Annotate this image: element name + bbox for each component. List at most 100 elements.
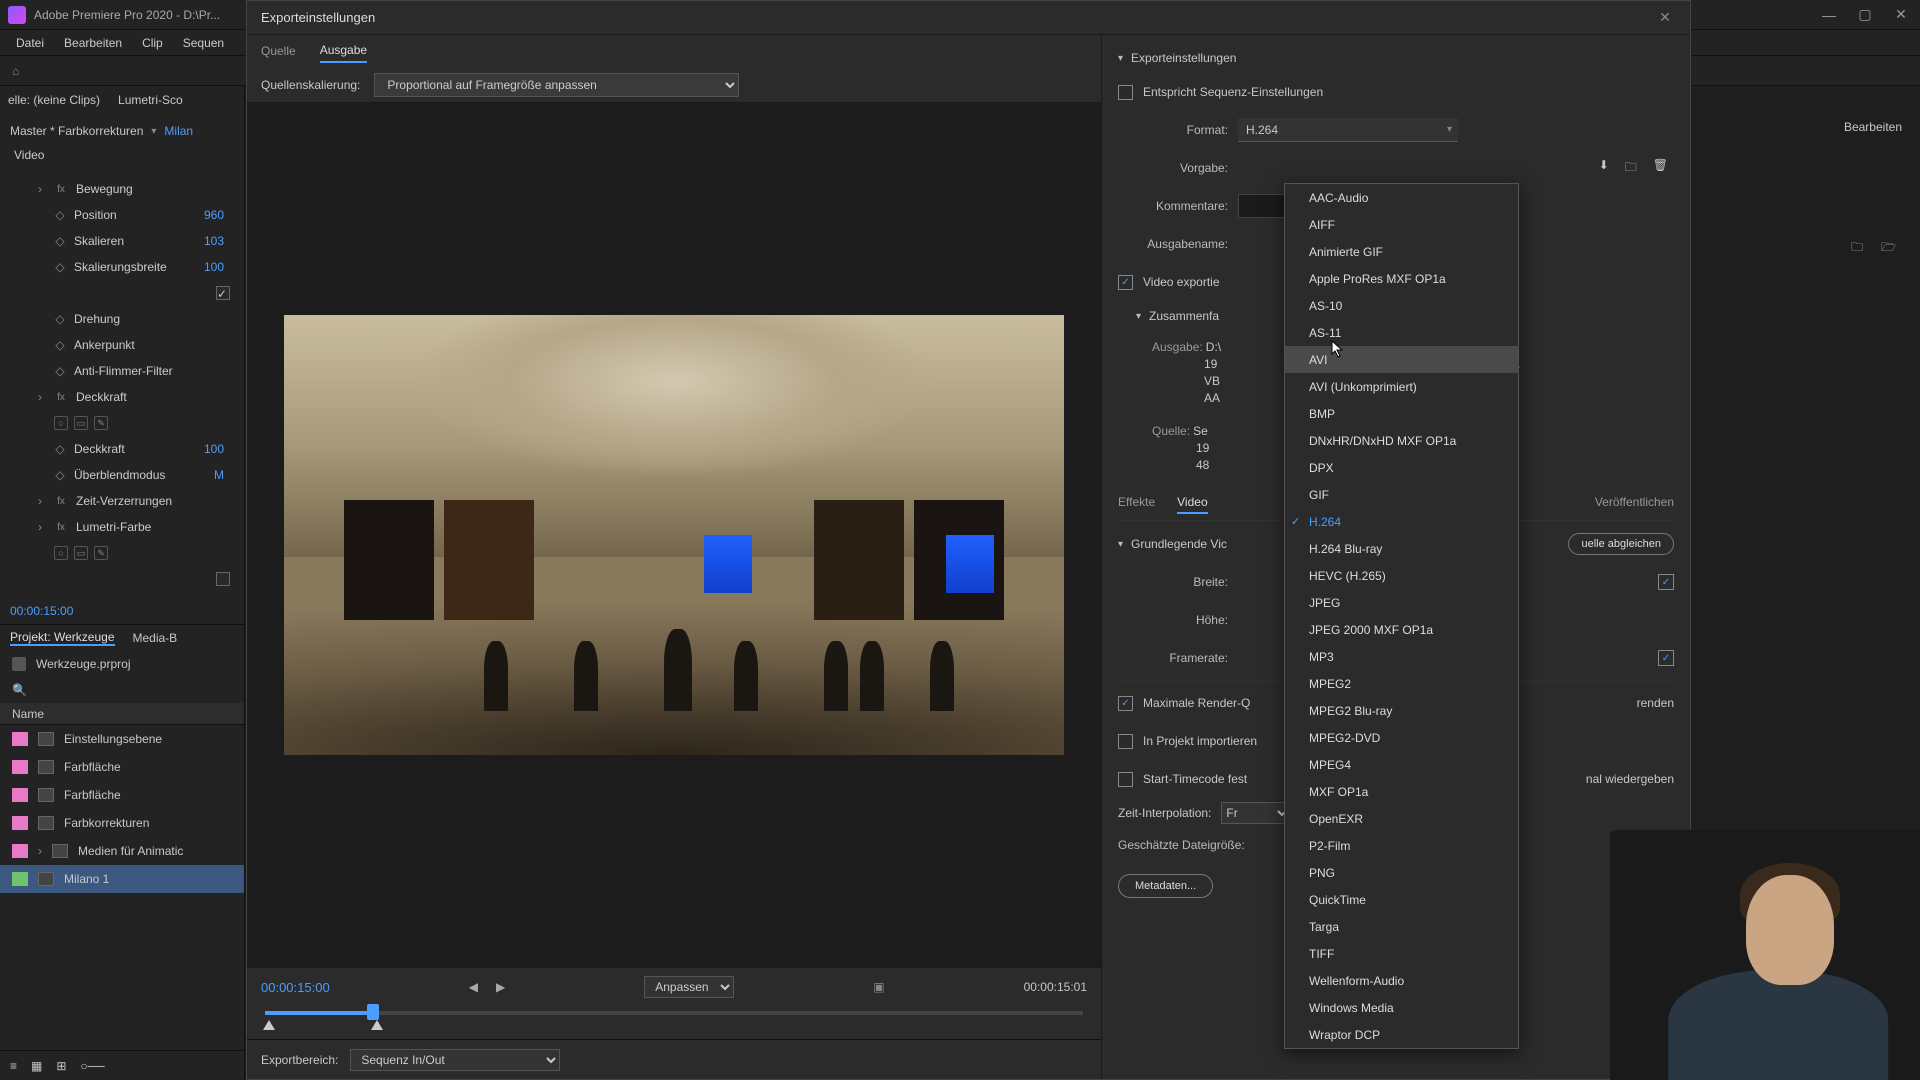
icon-view-icon[interactable]: ▦ [31,1059,42,1073]
keyframe-icon[interactable]: ◇ [54,468,66,482]
video-export-checkbox[interactable] [1118,275,1133,290]
step-back-icon[interactable]: ◀ [469,980,478,994]
fx-icon[interactable]: fx [54,392,68,403]
keyframe-icon[interactable]: ◇ [54,338,66,352]
link-framerate-checkbox[interactable] [1658,650,1674,666]
clip-link[interactable]: Milan [164,124,193,138]
project-item[interactable]: ›Medien für Animatic [0,837,244,865]
format-option[interactable]: Apple ProRes MXF OP1a [1285,265,1518,292]
format-option[interactable]: AIFF [1285,211,1518,238]
effect-name[interactable]: Deckkraft [76,390,230,404]
in-marker-icon[interactable] [263,1020,275,1030]
tab-source[interactable]: Quelle [261,40,296,62]
tab-effects[interactable]: Effekte [1118,492,1155,514]
keyframe-icon[interactable]: ◇ [54,442,66,456]
mask-ellipse-icon[interactable]: ○ [54,416,68,430]
menu-edit[interactable]: Bearbeiten [56,36,130,50]
effect-name[interactable]: Bewegung [76,182,230,196]
format-option[interactable]: PNG [1285,859,1518,886]
fx-icon[interactable]: fx [54,184,68,195]
chevron-down-icon[interactable]: ▾ [151,126,156,137]
keyframe-icon[interactable]: ◇ [54,312,66,326]
format-option[interactable]: Windows Media [1285,994,1518,1021]
format-select[interactable]: H.264▾ [1238,118,1458,142]
list-view-icon[interactable]: ≡ [10,1059,17,1073]
twirl-icon[interactable]: ▾ [1118,53,1123,64]
format-option[interactable]: DNxHR/DNxHD MXF OP1a [1285,427,1518,454]
project-item[interactable]: Einstellungsebene [0,725,244,753]
project-item[interactable]: Farbfläche [0,753,244,781]
freeform-icon[interactable]: ⊞ [56,1059,66,1073]
tab-project[interactable]: Projekt: Werkzeuge [10,630,115,646]
start-tc-checkbox[interactable] [1118,772,1133,787]
import-preset-icon[interactable]: 🗀 [1625,158,1637,179]
tab-video[interactable]: Video [1177,492,1207,514]
project-item[interactable]: Milano 1 [0,865,244,893]
format-option[interactable]: OpenEXR [1285,805,1518,832]
format-option[interactable]: AAC-Audio [1285,184,1518,211]
match-source-button[interactable]: uelle abgleichen [1568,533,1674,555]
crop-icon[interactable]: ▣ [873,980,884,994]
format-option[interactable]: AS-11 [1285,319,1518,346]
mask-pen-icon[interactable]: ✎ [94,416,108,430]
format-option[interactable]: AVI [1285,346,1518,373]
twirl-icon[interactable]: ▾ [1118,539,1123,550]
prop-value[interactable]: 100 [204,442,224,456]
format-dropdown[interactable]: AAC-AudioAIFFAnimierte GIFApple ProRes M… [1284,183,1519,1049]
format-option[interactable]: AVI (Unkomprimiert) [1285,373,1518,400]
format-option[interactable]: MP3 [1285,643,1518,670]
effect-name[interactable]: Zeit-Verzerrungen [76,494,230,508]
format-option[interactable]: H.264 [1285,508,1518,535]
zoom-fit-select[interactable]: Anpassen [644,976,734,998]
search-icon[interactable]: 🔍 [12,683,27,697]
effect-name[interactable]: Lumetri-Farbe [76,520,230,534]
close-icon[interactable]: ✕ [1894,8,1908,22]
mask-ellipse-icon[interactable]: ○ [54,546,68,560]
prop-value[interactable]: M [214,468,224,482]
import-project-checkbox[interactable] [1118,734,1133,749]
prop-checkbox[interactable] [216,572,230,586]
fx-icon[interactable]: fx [54,522,68,533]
zoom-slider[interactable]: ○── [80,1059,104,1073]
format-option[interactable]: H.264 Blu-ray [1285,535,1518,562]
twirl-icon[interactable]: › [34,520,46,534]
match-sequence-checkbox[interactable] [1118,85,1133,100]
twirl-icon[interactable]: › [34,494,46,508]
timeline-scrubber[interactable] [261,1004,1087,1022]
format-option[interactable]: MPEG2-DVD [1285,724,1518,751]
expand-icon[interactable]: › [38,844,42,858]
format-option[interactable]: Animierte GIF [1285,238,1518,265]
mask-rect-icon[interactable]: ▭ [74,546,88,560]
format-option[interactable]: DPX [1285,454,1518,481]
tab-media-browser[interactable]: Media-B [133,631,178,645]
format-option[interactable]: Wraptor DCP [1285,1021,1518,1048]
format-option[interactable]: MPEG2 Blu-ray [1285,697,1518,724]
prop-value[interactable]: 100 [204,260,224,274]
tab-lumetri[interactable]: Lumetri-Sco [118,93,183,107]
delete-preset-icon[interactable]: 🗑 [1653,158,1668,179]
play-icon[interactable]: ▶ [496,980,505,994]
metadata-button[interactable]: Metadaten... [1118,874,1213,898]
format-option[interactable]: MPEG4 [1285,751,1518,778]
home-icon[interactable]: ⌂ [12,64,28,78]
twirl-icon[interactable]: › [34,390,46,404]
keyframe-icon[interactable]: ◇ [54,260,66,274]
keyframe-icon[interactable]: ◇ [54,208,66,222]
out-marker-icon[interactable] [371,1020,383,1030]
keyframe-icon[interactable]: ◇ [54,364,66,378]
max-render-checkbox[interactable] [1118,696,1133,711]
prop-value[interactable]: 960 [204,208,224,222]
save-preset-icon[interactable]: ⬇ [1599,158,1609,179]
format-option[interactable]: BMP [1285,400,1518,427]
project-item[interactable]: Farbfläche [0,781,244,809]
format-option[interactable]: Wellenform-Audio [1285,967,1518,994]
range-select[interactable]: Sequenz In/Out [350,1049,560,1071]
format-option[interactable]: MXF OP1a [1285,778,1518,805]
menu-clip[interactable]: Clip [134,36,171,50]
tab-output[interactable]: Ausgabe [320,39,367,63]
format-option[interactable]: JPEG 2000 MXF OP1a [1285,616,1518,643]
dialog-close-icon[interactable]: ✕ [1654,7,1676,29]
maximize-icon[interactable]: ▢ [1858,8,1872,22]
link-dimensions-checkbox[interactable] [1658,574,1674,590]
project-item[interactable]: Farbkorrekturen [0,809,244,837]
